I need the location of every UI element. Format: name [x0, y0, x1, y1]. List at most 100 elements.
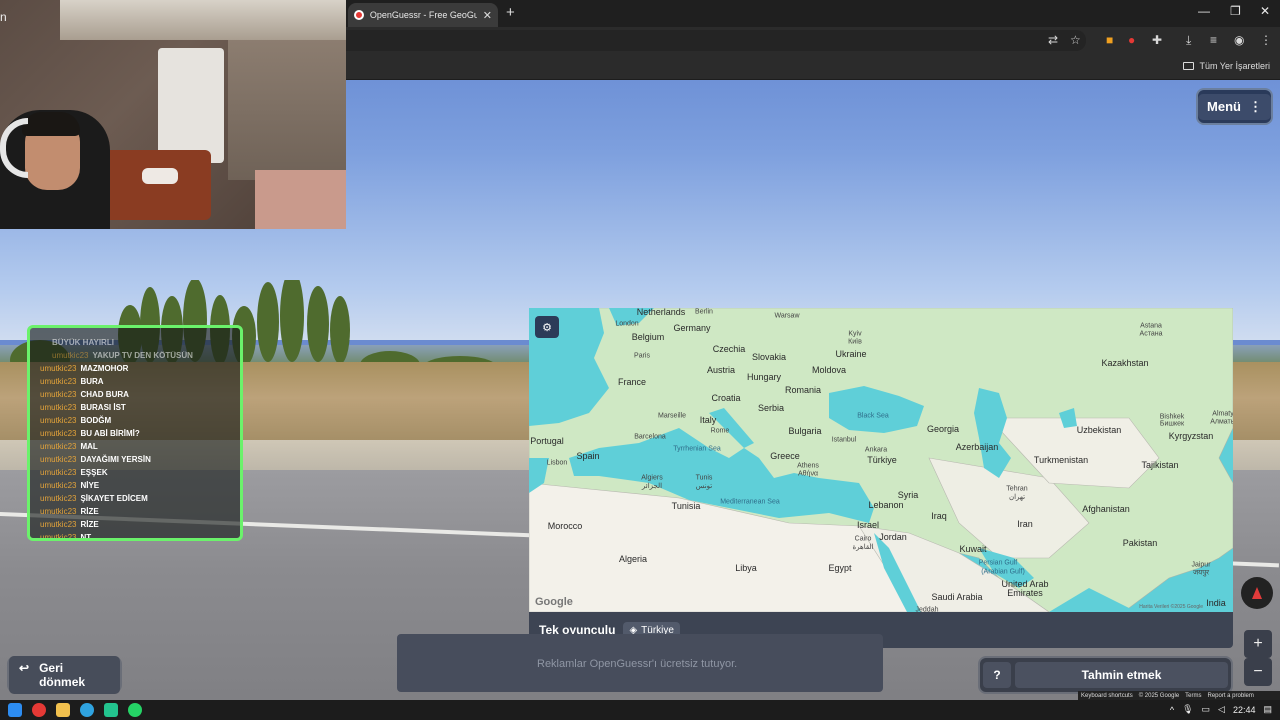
extensions-puzzle-icon[interactable]: ✚	[1152, 33, 1162, 47]
opera-app-icon[interactable]	[32, 703, 46, 717]
clock[interactable]: 22:44	[1233, 705, 1256, 715]
compass-icon[interactable]	[1241, 577, 1273, 609]
google-logo: Google	[535, 596, 573, 608]
map-city-label: Алматы	[1210, 418, 1233, 426]
zoom-in-button[interactable]: +	[1244, 630, 1272, 658]
map-city-label: Tunis	[695, 474, 713, 482]
chat-username: umutkic23	[40, 442, 77, 451]
chat-text: DAYAĞIMI YERSİN	[80, 455, 151, 464]
chat-message: umutkic23 MAL	[30, 440, 240, 453]
chat-message: umutkic23 ŞİKAYET EDİCEM	[30, 492, 240, 505]
more-options-icon[interactable]: ⋮	[1260, 33, 1272, 47]
stream-chat: BÜYÜK HAYIRLI umutkic23 YAKUP TV DEN KÖTÜS…	[27, 325, 243, 541]
file-explorer-icon[interactable]	[56, 703, 70, 717]
guess-button[interactable]: ? Tahmin etmek	[978, 656, 1233, 694]
new-tab-button[interactable]: +	[506, 4, 515, 21]
zoom-out-button[interactable]: −	[1244, 658, 1272, 686]
start-icon[interactable]	[8, 703, 22, 717]
back-button[interactable]: ↩ Geri dönmek	[7, 655, 122, 694]
map-country-label: Saudi Arabia	[931, 592, 983, 602]
chat-message: umutkic23 RİZE	[30, 505, 240, 518]
tray-chevron-icon[interactable]: ^	[1170, 705, 1174, 715]
restore-button[interactable]: ❐	[1230, 4, 1241, 18]
map-country-label: Algeria	[618, 554, 648, 564]
webcam-wardrobe	[158, 48, 224, 163]
volume-icon[interactable]: ◁	[1218, 704, 1225, 715]
map-country-label: Austria	[706, 365, 736, 375]
map-country-label: Morocco	[547, 521, 583, 531]
minimize-button[interactable]: —	[1198, 4, 1210, 18]
opera-extension-icon[interactable]: ●	[1128, 33, 1135, 47]
map-country-label: Emirates	[1007, 588, 1043, 598]
tab-close-icon[interactable]: ✕	[483, 9, 492, 22]
chat-message: umutkic23 YAKUP TV DEN KÖTÜSÜN	[30, 349, 240, 362]
map-country-label: Netherlands	[636, 308, 686, 317]
browser-tab[interactable]: OpenGuessr - Free GeoGuessr ✕	[348, 3, 498, 27]
map-city-label: Marseille	[657, 412, 687, 420]
map-country-label: Portugal	[530, 436, 564, 446]
guess-help-icon[interactable]: ?	[983, 662, 1011, 688]
windows-taskbar: ^ 🎙 ▭ ◁ 22:44 ▤	[0, 700, 1280, 720]
menu-label: Menü	[1207, 99, 1241, 114]
back-label: Geri dönmek	[39, 660, 86, 689]
microphone-icon[interactable]: 🎙	[1182, 704, 1193, 715]
map-country-label: Czechia	[712, 344, 746, 354]
menu-button[interactable]: Menü ⋮	[1196, 88, 1273, 125]
chat-message: umutkic23 NT	[30, 531, 240, 538]
map-country-label: Egypt	[828, 563, 852, 573]
map-city-label: Kyiv	[848, 330, 862, 338]
chat-message: umutkic23 MAZMOHOR	[30, 362, 240, 375]
map-country-label: Belgium	[631, 332, 665, 342]
chat-message: umutkic23 RİZE	[30, 518, 240, 531]
map-city-label: Astana	[1140, 322, 1162, 330]
chat-message: umutkic23 BURA	[30, 375, 240, 388]
whatsapp-icon[interactable]	[128, 703, 142, 717]
map-country-label: Jordan	[879, 532, 907, 542]
chat-username: umutkic23	[40, 364, 77, 373]
map-country-label: Spain	[576, 451, 600, 461]
bookmark-star-icon[interactable]: ☆	[1070, 33, 1081, 47]
chat-username: umutkic23	[40, 455, 77, 464]
map-country-label: Greece	[770, 451, 800, 461]
streetview-footer: Keyboard shortcuts © 2025 Google Terms R…	[1078, 691, 1280, 700]
edge-app-icon[interactable]	[80, 703, 94, 717]
media-queue-icon[interactable]: ≡	[1210, 33, 1217, 47]
map-country-label: Pakistan	[1122, 538, 1158, 548]
guess-map[interactable]: ⚙ Google Harita Verileri ©2025 Google Ne…	[529, 308, 1233, 612]
close-window-button[interactable]: ✕	[1260, 4, 1270, 18]
map-country-label: Germany	[673, 323, 711, 333]
map-city-label: القاهرة	[852, 544, 874, 551]
chat-text: NİYE	[80, 481, 100, 490]
map-settings-icon[interactable]: ⚙	[535, 316, 559, 338]
map-city-label: Paris	[634, 352, 650, 360]
back-arrow-icon: ↩	[19, 660, 30, 675]
map-country-label: Afghanistan	[1082, 504, 1130, 514]
chat-username: umutkic23	[40, 416, 77, 425]
profile-avatar-icon[interactable]: ◉	[1234, 33, 1244, 47]
download-icon[interactable]: ⤓	[1186, 33, 1191, 48]
extension-icon[interactable]: ■	[1106, 33, 1113, 47]
chat-text: BURA	[80, 377, 104, 386]
map-sea-label: Black Sea	[857, 412, 889, 420]
network-icon[interactable]: ▭	[1202, 704, 1211, 715]
chat-text: BURASI İST	[80, 403, 126, 412]
system-tray: ^ 🎙 ▭ ◁ 22:44 ▤	[1170, 704, 1272, 715]
map-city-label: Barcelona	[634, 433, 666, 441]
chat-username: umutkic23	[40, 507, 77, 516]
map-country-label: Ukraine	[835, 349, 867, 359]
chat-text: EŞŞEK	[80, 468, 108, 477]
map-country-label: Iraq	[931, 511, 947, 521]
map-country-label: Turkmenistan	[1033, 455, 1089, 465]
notifications-icon[interactable]: ▤	[1263, 704, 1272, 715]
all-bookmarks-button[interactable]: Tüm Yer İşaretleri	[1183, 61, 1270, 71]
menu-dots-icon: ⋮	[1248, 98, 1262, 114]
terms-link[interactable]: Terms	[1185, 693, 1201, 699]
app-icon[interactable]	[104, 703, 118, 717]
keyboard-shortcuts-link[interactable]: Keyboard shortcuts	[1081, 693, 1133, 699]
report-problem-link[interactable]: Report a problem	[1208, 693, 1254, 699]
map-city-label: Athens	[797, 462, 819, 470]
address-bar[interactable]	[346, 30, 1086, 51]
chat-text: ŞİKAYET EDİCEM	[80, 494, 148, 503]
translate-icon[interactable]: ⇄	[1048, 33, 1058, 47]
browser-toolbar: ⇄ ☆ ■ ● ✚ ⤓ ≡ ◉ ⋮	[346, 27, 1280, 54]
